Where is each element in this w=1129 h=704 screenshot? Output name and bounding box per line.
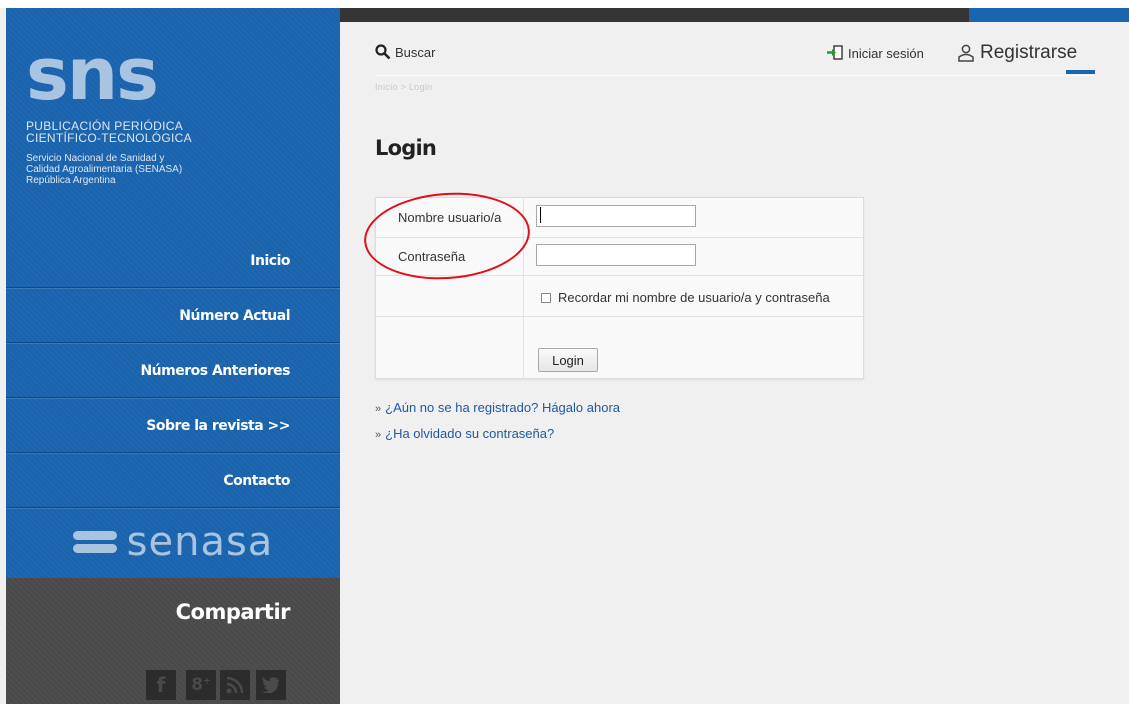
- top-strip: [0, 0, 1129, 8]
- remember-checkbox[interactable]: [541, 292, 551, 303]
- twitter-icon[interactable]: [256, 670, 286, 700]
- register-prompt-link[interactable]: » ¿Aún no se ha registrado? Hágalo ahora: [375, 400, 620, 415]
- org-line-2: Calidad Agroalimentaria (SENASA): [26, 164, 183, 175]
- user-icon: [958, 44, 974, 62]
- page-title: Login: [375, 136, 437, 160]
- username-field[interactable]: [536, 205, 696, 227]
- register-label: Registrarse: [980, 42, 1078, 63]
- nav-item-numero-actual[interactable]: Número Actual: [6, 289, 340, 343]
- password-field[interactable]: [536, 244, 696, 266]
- register-link[interactable]: Registrarse: [957, 42, 1077, 64]
- facebook-icon[interactable]: f: [146, 670, 176, 700]
- remember-label[interactable]: Recordar mi nombre de usuario/a y contra…: [558, 290, 830, 305]
- nav-item-numeros-anteriores[interactable]: Números Anteriores: [6, 344, 340, 398]
- org-line-3: República Argentina: [26, 175, 116, 186]
- search-icon: [375, 44, 391, 60]
- forgot-password-text[interactable]: ¿Ha olvidado su contraseña?: [385, 426, 554, 441]
- nav-item-contacto[interactable]: Contacto: [6, 454, 340, 508]
- top-bar-dark: [340, 8, 969, 22]
- publication-line-2: CIENTÍFICO-TECNOLÓGICA: [26, 131, 192, 145]
- nav-item-sobre-la-revista[interactable]: Sobre la revista >>: [6, 399, 340, 453]
- breadcrumb[interactable]: Inicio > Login: [375, 82, 433, 92]
- forgot-password-link[interactable]: » ¿Ha olvidado su contraseña?: [375, 426, 554, 441]
- register-active-indicator: [1066, 70, 1095, 74]
- senasa-logo[interactable]: senasa: [6, 506, 340, 578]
- share-title: Compartir: [175, 600, 291, 624]
- login-link[interactable]: Iniciar sesión: [826, 45, 924, 61]
- header-divider: [375, 75, 1095, 76]
- login-button[interactable]: Login: [538, 348, 598, 372]
- org-line-1: Servicio Nacional de Sanidad y: [26, 153, 165, 164]
- search-link[interactable]: Buscar: [375, 44, 435, 60]
- rss-icon[interactable]: [220, 670, 250, 700]
- raquo-icon: »: [375, 403, 382, 415]
- senasa-wordmark: senasa: [126, 519, 274, 565]
- sns-logo[interactable]: sns: [26, 38, 159, 110]
- share-panel: Compartir f 8+: [6, 578, 340, 704]
- search-label: Buscar: [395, 44, 436, 60]
- top-bar-accent: [969, 8, 1129, 22]
- senasa-mark-icon: [72, 531, 117, 553]
- google-plus-icon[interactable]: 8+: [186, 670, 216, 700]
- sign-in-icon: [827, 45, 843, 60]
- form-row-divider: [376, 316, 863, 317]
- register-prompt-text[interactable]: ¿Aún no se ha registrado? Hágalo ahora: [385, 400, 620, 415]
- text-caret: [540, 207, 541, 223]
- login-label: Iniciar sesión: [848, 45, 924, 61]
- remember-me[interactable]: Recordar mi nombre de usuario/a y contra…: [541, 290, 830, 305]
- nav-item-inicio[interactable]: Inicio: [6, 234, 340, 288]
- sidebar: sns PUBLICACIÓN PERIÓDICA CIENTÍFICO-TEC…: [6, 8, 340, 704]
- raquo-icon: »: [375, 429, 382, 441]
